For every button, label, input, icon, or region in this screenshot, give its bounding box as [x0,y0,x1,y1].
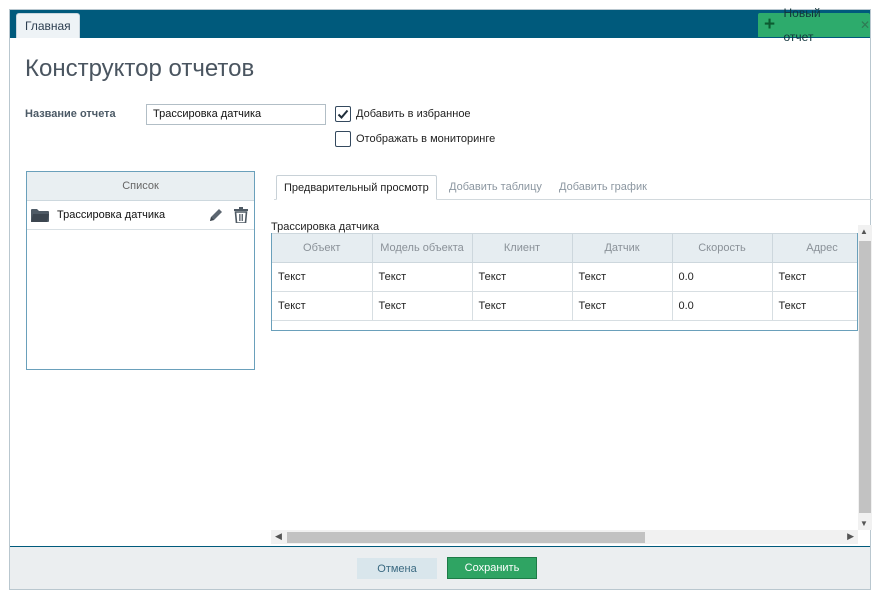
column-header[interactable]: Клиент [472,233,573,263]
trash-icon[interactable] [234,207,248,223]
list-item-label: Трассировка датчика [57,209,166,221]
report-builder-window: Главная + Новый отчет ✕ Конструктор отче… [9,6,873,590]
list-item[interactable]: Трассировка датчика [27,201,254,230]
column-header[interactable]: Датчик [572,233,673,263]
tab-add-table[interactable]: Добавить таблицу [442,175,549,200]
close-icon[interactable]: ✕ [860,13,870,37]
report-name-input[interactable]: Трассировка датчика [146,104,326,125]
report-list-panel: Список Трассировка датчика [26,171,255,370]
table-cell: Текст [772,291,857,321]
table-cell: 0.0 [672,291,773,321]
horizontal-scroll-thumb[interactable] [287,532,645,543]
horizontal-scrollbar[interactable]: ◀ ▶ [271,530,858,544]
scroll-up-icon[interactable]: ▲ [860,227,868,236]
table-cell: 0.0 [672,262,773,292]
table-cell: Текст [372,291,473,321]
table-cell: Текст [272,291,373,321]
preview-tabs: Предварительный просмотр Добавить таблиц… [274,175,873,200]
favorite-label: Добавить в избранное [356,108,471,120]
table-row: Текст Текст Текст Текст 0.0 Текст [272,262,857,292]
save-button[interactable]: Сохранить [447,557,537,579]
preview-caption: Трассировка датчика [271,221,380,233]
table-cell: Текст [572,291,673,321]
folder-icon [31,209,49,222]
scroll-down-icon[interactable]: ▼ [860,519,868,528]
table-header-row: Объект Модель объекта Клиент Датчик Скор… [272,233,857,263]
preview-table: Объект Модель объекта Клиент Датчик Скор… [272,233,857,321]
vertical-scrollbar[interactable]: ▲ ▼ [858,225,872,530]
table-cell: Текст [472,262,573,292]
table-cell: Текст [572,262,673,292]
tab-new-report[interactable]: + Новый отчет ✕ [758,6,870,44]
table-row: Текст Текст Текст Текст 0.0 Текст [272,291,857,321]
monitoring-label: Отображать в мониторинге [356,133,496,145]
table-cell: Текст [272,262,373,292]
table-cell: Текст [472,291,573,321]
favorite-checkbox[interactable] [335,106,351,122]
preview-table-container: Объект Модель объекта Клиент Датчик Скор… [271,233,858,331]
footer-bar: Отмена Сохранить [10,546,870,589]
cancel-button[interactable]: Отмена [357,558,437,579]
column-header[interactable]: Адрес [772,233,857,263]
tab-preview[interactable]: Предварительный просмотр [276,175,437,200]
report-name-label: Название отчета [25,108,116,120]
monitoring-checkbox[interactable] [335,131,351,147]
column-header[interactable]: Объект [272,233,373,263]
scroll-right-icon[interactable]: ▶ [847,531,854,542]
table-cell: Текст [772,262,857,292]
column-header[interactable]: Модель объекта [372,233,473,263]
plus-icon: + [764,14,776,35]
tab-home[interactable]: Главная [16,13,80,38]
check-icon [337,109,349,119]
page-title: Конструктор отчетов [25,55,255,82]
column-header[interactable]: Скорость [672,233,773,263]
pencil-icon[interactable] [208,207,224,223]
scroll-left-icon[interactable]: ◀ [275,531,282,542]
list-header: Список [27,172,254,201]
tab-add-chart[interactable]: Добавить график [552,175,654,200]
top-bar: Главная + Новый отчет ✕ [10,6,870,44]
tab-new-report-label: Новый отчет [783,6,821,44]
vertical-scroll-thumb[interactable] [859,241,871,513]
table-cell: Текст [372,262,473,292]
